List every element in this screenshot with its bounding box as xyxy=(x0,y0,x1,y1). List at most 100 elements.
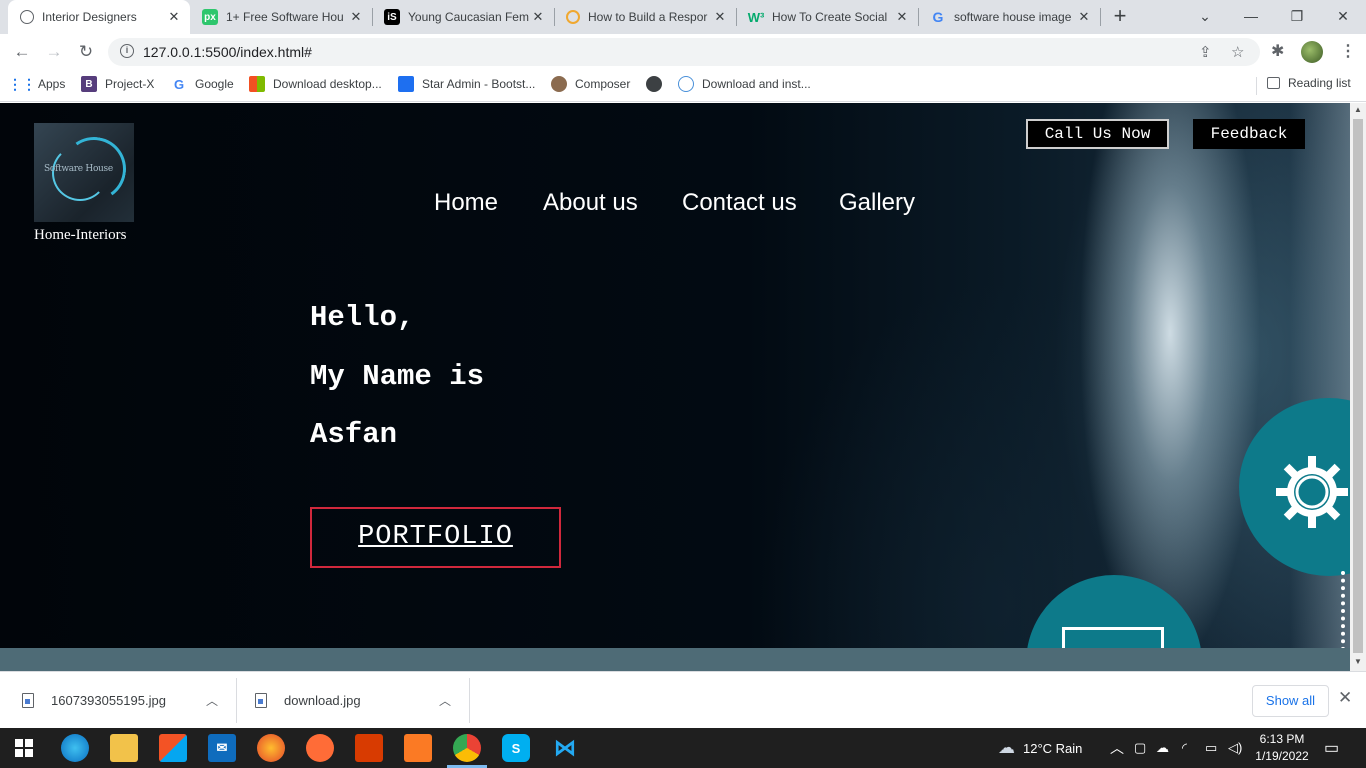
file-explorer-icon[interactable] xyxy=(110,734,138,762)
tab-free-software[interactable]: px 1+ Free Software Hou ✕ xyxy=(190,0,372,34)
bookmark-download-install[interactable]: Download and inst... xyxy=(678,76,811,92)
download-filename: 1607393055195.jpg xyxy=(51,693,166,708)
tab-label: Young Caucasian Fem xyxy=(408,10,529,24)
address-bar[interactable]: i 127.0.0.1:5500/index.html# ⇪ ☆ xyxy=(108,38,1260,66)
wifi-icon[interactable]: ◜ xyxy=(1182,728,1187,768)
site-info-icon[interactable]: i xyxy=(120,44,134,58)
tab-interior-designers[interactable]: Interior Designers ✕ xyxy=(8,0,190,34)
call-us-now-button[interactable]: Call Us Now xyxy=(1026,119,1169,149)
bookmark-star-icon[interactable]: ☆ xyxy=(1231,43,1244,61)
image-file-icon xyxy=(22,693,34,708)
url-text[interactable]: 127.0.0.1:5500/index.html# xyxy=(143,44,312,60)
windows-taskbar: ✉ S ⋈ ☁ 12°C Rain ︿ ▢ ☁ ◜ ▭ ◁) 6:13 PM 1… xyxy=(0,728,1366,768)
notification-icon[interactable]: ▭ xyxy=(1324,728,1339,768)
reload-icon[interactable]: ↻ xyxy=(74,40,98,64)
close-icon[interactable]: ✕ xyxy=(166,9,182,25)
mail-icon[interactable]: ✉ xyxy=(208,734,236,762)
close-icon[interactable]: ✕ xyxy=(1076,9,1092,25)
start-icon[interactable] xyxy=(10,734,38,762)
scroll-down-arrow-icon[interactable]: ▼ xyxy=(1350,657,1366,666)
new-tab-button[interactable]: + xyxy=(1108,4,1132,28)
rain-cloud-icon: ☁ xyxy=(998,738,1015,757)
show-all-button[interactable]: Show all xyxy=(1252,685,1329,717)
reading-list-button[interactable]: Reading list xyxy=(1267,76,1351,90)
close-icon[interactable]: ✕ xyxy=(1338,688,1352,708)
clock-date: 1/19/2022 xyxy=(1255,749,1309,763)
google-icon: G xyxy=(173,76,185,92)
tab-social-media[interactable]: W³ How To Create Social ✕ xyxy=(736,0,918,34)
tab-young-caucasian[interactable]: iS Young Caucasian Fem ✕ xyxy=(372,0,554,34)
image-file-icon xyxy=(255,693,267,708)
firefox-icon[interactable] xyxy=(257,734,285,762)
bookmark-google[interactable]: G Google xyxy=(171,76,234,92)
volume-icon[interactable]: ◁) xyxy=(1228,728,1242,768)
bookmark-label: Apps xyxy=(38,77,66,91)
nav-contact-us[interactable]: Contact us xyxy=(682,189,797,217)
edge-icon[interactable] xyxy=(61,734,89,762)
loading-icon xyxy=(566,10,580,24)
globe-icon xyxy=(20,10,34,24)
skype-icon[interactable]: S xyxy=(502,734,530,762)
bookmark-globe[interactable] xyxy=(646,76,670,92)
bookmark-composer[interactable]: Composer xyxy=(551,76,630,92)
back-arrow-icon[interactable]: ← xyxy=(10,40,34,64)
forward-arrow-icon[interactable]: → xyxy=(42,40,66,64)
bookmark-star-admin[interactable]: Star Admin - Bootst... xyxy=(398,76,535,92)
tab-build-responsive[interactable]: How to Build a Respor ✕ xyxy=(554,0,736,34)
browser-toolbar: ← → ↻ i 127.0.0.1:5500/index.html# ⇪ ☆ ✱… xyxy=(0,34,1366,70)
maximize-button[interactable]: ❐ xyxy=(1274,0,1320,34)
download-item[interactable]: 1607393055195.jpg ︿ xyxy=(22,672,236,729)
battery-icon[interactable]: ▭ xyxy=(1205,728,1217,768)
bookmark-label: Star Admin - Bootst... xyxy=(422,77,536,91)
reading-list-label: Reading list xyxy=(1288,76,1351,90)
gear-icon xyxy=(1276,456,1348,528)
page-viewport: Software House Home-Interiors Call Us No… xyxy=(0,103,1350,671)
close-icon[interactable]: ✕ xyxy=(530,9,546,25)
profile-avatar[interactable] xyxy=(1301,41,1323,63)
xampp-icon[interactable] xyxy=(404,734,432,762)
tab-software-house-image[interactable]: G software house image ✕ xyxy=(918,0,1100,34)
bootstrap-icon: B xyxy=(81,76,97,92)
bookmark-apps[interactable]: ⋮⋮ Apps xyxy=(8,76,66,92)
close-icon[interactable]: ✕ xyxy=(712,9,728,25)
chevron-up-icon[interactable]: ︿ xyxy=(206,692,218,709)
store-icon[interactable] xyxy=(159,734,187,762)
tab-search-chevron-icon[interactable]: ⌄ xyxy=(1182,0,1228,34)
tab-strip: Interior Designers ✕ px 1+ Free Software… xyxy=(0,0,1366,34)
chrome-icon[interactable] xyxy=(453,734,481,762)
show-hidden-icons-chevron-icon[interactable]: ︿ xyxy=(1110,728,1124,768)
vscode-icon[interactable]: ⋈ xyxy=(551,734,579,762)
minimize-button[interactable]: — xyxy=(1228,0,1274,34)
nav-home[interactable]: Home xyxy=(434,189,498,217)
site-logo[interactable]: Software House xyxy=(34,123,134,222)
nav-about-us[interactable]: About us xyxy=(543,189,638,217)
postman-icon[interactable] xyxy=(306,734,334,762)
weather-widget[interactable]: ☁ 12°C Rain xyxy=(998,728,1082,768)
extensions-puzzle-icon[interactable]: ✱ xyxy=(1271,41,1284,61)
scroll-up-arrow-icon[interactable]: ▲ xyxy=(1350,105,1366,114)
bookmark-download-desktop[interactable]: Download desktop... xyxy=(249,76,382,92)
close-icon[interactable]: ✕ xyxy=(894,9,910,25)
share-icon[interactable]: ⇪ xyxy=(1199,43,1212,61)
onedrive-cloud-icon[interactable]: ☁ xyxy=(1156,728,1169,768)
pixabay-icon: px xyxy=(202,9,218,25)
star-admin-icon xyxy=(398,76,414,92)
scrollbar-thumb[interactable] xyxy=(1353,119,1363,653)
download-filename: download.jpg xyxy=(284,693,361,708)
menu-dots-icon[interactable]: ⋮ xyxy=(1340,41,1356,61)
logo-text: Software House xyxy=(44,164,113,174)
bookmark-project-x[interactable]: B Project-X xyxy=(81,76,154,92)
portfolio-button[interactable]: PORTFOLIO xyxy=(310,507,561,568)
system-clock[interactable]: 6:13 PM 1/19/2022 xyxy=(1252,731,1312,765)
tab-label: 1+ Free Software Hou xyxy=(226,10,344,24)
w3-icon: W³ xyxy=(747,9,765,25)
close-window-button[interactable]: ✕ xyxy=(1320,0,1366,34)
close-icon[interactable]: ✕ xyxy=(348,9,364,25)
meet-now-icon[interactable]: ▢ xyxy=(1134,728,1146,768)
chevron-up-icon[interactable]: ︿ xyxy=(439,692,451,709)
nav-gallery[interactable]: Gallery xyxy=(839,189,915,217)
download-item[interactable]: download.jpg ︿ xyxy=(255,672,469,729)
feedback-button[interactable]: Feedback xyxy=(1193,119,1305,149)
page-scrollbar[interactable]: ▲ ▼ xyxy=(1350,103,1366,671)
office-icon[interactable] xyxy=(355,734,383,762)
